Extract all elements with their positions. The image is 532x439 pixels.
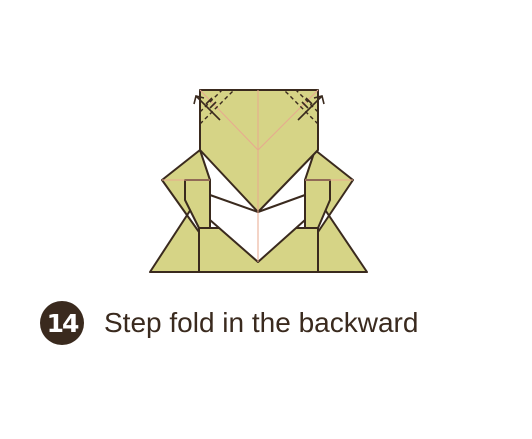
- origami-diagram: [149, 89, 368, 273]
- step-caption: 14 Step fold in the backward: [40, 300, 418, 346]
- step-number-badge: 14: [40, 301, 84, 345]
- step-instruction: Step fold in the backward: [104, 307, 419, 338]
